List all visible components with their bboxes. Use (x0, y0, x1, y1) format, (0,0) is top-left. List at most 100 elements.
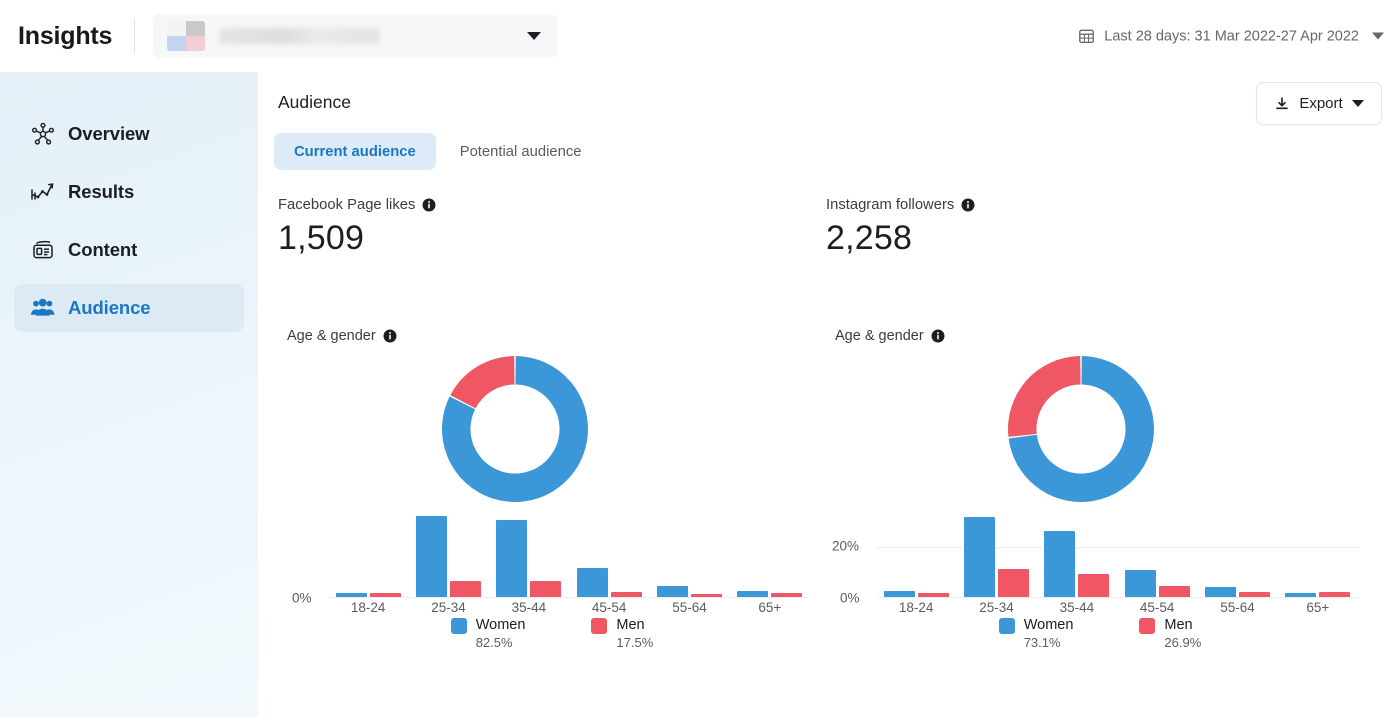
bar-women[interactable] (1125, 570, 1156, 597)
account-selector[interactable] (153, 14, 557, 58)
info-icon[interactable] (961, 198, 975, 212)
x-axis-tick-label: 18-24 (876, 600, 956, 615)
sidebar-item-results[interactable]: Results (14, 168, 244, 216)
x-axis-tick-label: 55-64 (1198, 600, 1278, 615)
audience-tabs: Current audience Potential audience (274, 133, 601, 170)
gridline (876, 547, 1358, 548)
line-chart-icon (30, 179, 56, 205)
app-brand-title: Insights (18, 22, 112, 51)
bar-group (569, 568, 649, 597)
facebook-chart-area: 0% 18-2425-3435-4445-5455-6465+ Women 82… (278, 344, 826, 674)
facebook-legend: Women 82.5% Men 17.5% (278, 616, 826, 652)
bar-women[interactable] (416, 516, 447, 597)
network-hub-icon (30, 121, 56, 147)
bar-group (328, 593, 408, 597)
info-icon[interactable] (422, 198, 436, 212)
people-icon (30, 295, 56, 321)
bar-women[interactable] (1205, 587, 1236, 597)
bar-group (489, 520, 569, 597)
facebook-chart-title: Age & gender (287, 328, 376, 344)
info-icon[interactable] (383, 329, 397, 343)
bar-men[interactable] (450, 581, 481, 597)
instagram-bars-plot (876, 512, 1358, 598)
legend-pct-women: 73.1% (1024, 634, 1074, 652)
calendar-icon (1078, 28, 1095, 45)
legend-label-men: Men (616, 616, 653, 634)
bar-group (1278, 592, 1358, 597)
instagram-chart-title: Age & gender (835, 328, 924, 344)
x-axis-tick-label: 65+ (730, 600, 810, 615)
facebook-age-gender-bar-chart: 0% 18-2425-3435-4445-5455-6465+ (278, 512, 826, 608)
axis-baseline (876, 597, 1358, 598)
facebook-panel: Facebook Page likes 1,509 Age & gender (278, 197, 826, 674)
x-axis-tick-label: 65+ (1278, 600, 1358, 615)
bar-women[interactable] (577, 568, 608, 597)
bar-women[interactable] (884, 591, 915, 597)
tab-potential-audience[interactable]: Potential audience (440, 133, 602, 170)
facebook-metric-label: Facebook Page likes (278, 197, 415, 213)
legend-swatch-men (591, 618, 607, 634)
brand-divider (134, 19, 135, 53)
legend-label-women: Women (1024, 616, 1074, 634)
bar-women[interactable] (657, 586, 688, 597)
bar-men[interactable] (771, 593, 802, 597)
legend-swatch-women (999, 618, 1015, 634)
sidebar-item-label: Overview (68, 123, 149, 145)
bar-men[interactable] (370, 593, 401, 597)
bar-men[interactable] (530, 581, 561, 597)
facebook-metric-label-row: Facebook Page likes (278, 197, 826, 213)
bar-men[interactable] (611, 592, 642, 597)
legend-item-men: Men 17.5% (591, 616, 653, 652)
bar-group (408, 516, 488, 597)
sidebar-item-label: Results (68, 181, 134, 203)
sidebar-item-label: Content (68, 239, 137, 261)
bar-group (876, 591, 956, 597)
sidebar-item-label: Audience (68, 297, 150, 319)
export-button-label: Export (1299, 95, 1342, 112)
instagram-age-gender-bar-chart: 0% 20% 18-2425-3435-4445-5455-6465+ (826, 512, 1374, 608)
instagram-y-axis-label-0: 0% (840, 591, 860, 606)
bar-men[interactable] (691, 594, 722, 597)
bar-women[interactable] (964, 517, 995, 597)
chevron-down-icon (1352, 100, 1364, 107)
donut-slice-men (450, 356, 514, 408)
legend-item-women: Women 82.5% (451, 616, 526, 652)
bar-women[interactable] (496, 520, 527, 597)
tab-current-audience[interactable]: Current audience (274, 133, 436, 170)
sidebar-item-audience[interactable]: Audience (14, 284, 244, 332)
bar-women[interactable] (737, 591, 768, 597)
instagram-y-axis-label-20: 20% (832, 539, 859, 554)
x-axis-tick-label: 25-34 (957, 600, 1037, 615)
donut-slice-men (1008, 356, 1081, 437)
bar-women[interactable] (1285, 593, 1316, 597)
top-bar: Insights Last 28 days: 31 Mar 2022-27 Ap… (0, 0, 1400, 72)
bar-men[interactable] (1159, 586, 1190, 597)
sidebar-item-overview[interactable]: Overview (14, 110, 244, 158)
bar-men[interactable] (1239, 592, 1270, 597)
date-range-picker[interactable]: Last 28 days: 31 Mar 2022-27 Apr 2022 (1074, 22, 1388, 51)
x-axis-tick-label: 35-44 (1037, 600, 1117, 615)
facebook-chart-title-row: Age & gender (287, 328, 826, 344)
legend-swatch-men (1139, 618, 1155, 634)
bar-women[interactable] (1044, 531, 1075, 597)
bar-men[interactable] (1319, 592, 1350, 597)
facebook-y-axis-label-0: 0% (292, 591, 312, 606)
bar-men[interactable] (1078, 574, 1109, 597)
x-axis-tick-label: 25-34 (409, 600, 489, 615)
legend-swatch-women (451, 618, 467, 634)
bar-women[interactable] (336, 593, 367, 597)
instagram-legend: Women 73.1% Men 26.9% (826, 616, 1374, 652)
x-axis-tick-label: 55-64 (650, 600, 730, 615)
legend-pct-men: 17.5% (616, 634, 653, 652)
info-icon[interactable] (931, 329, 945, 343)
bar-group (956, 517, 1036, 597)
bar-men[interactable] (918, 593, 949, 597)
export-button[interactable]: Export (1256, 82, 1382, 125)
legend-label-women: Women (476, 616, 526, 634)
sidebar: Overview Results (0, 72, 258, 717)
sidebar-item-content[interactable]: Content (14, 226, 244, 274)
bar-group (1117, 570, 1197, 597)
instagram-metric-value: 2,258 (826, 219, 1374, 258)
chevron-down-icon (1372, 33, 1384, 40)
bar-men[interactable] (998, 569, 1029, 597)
